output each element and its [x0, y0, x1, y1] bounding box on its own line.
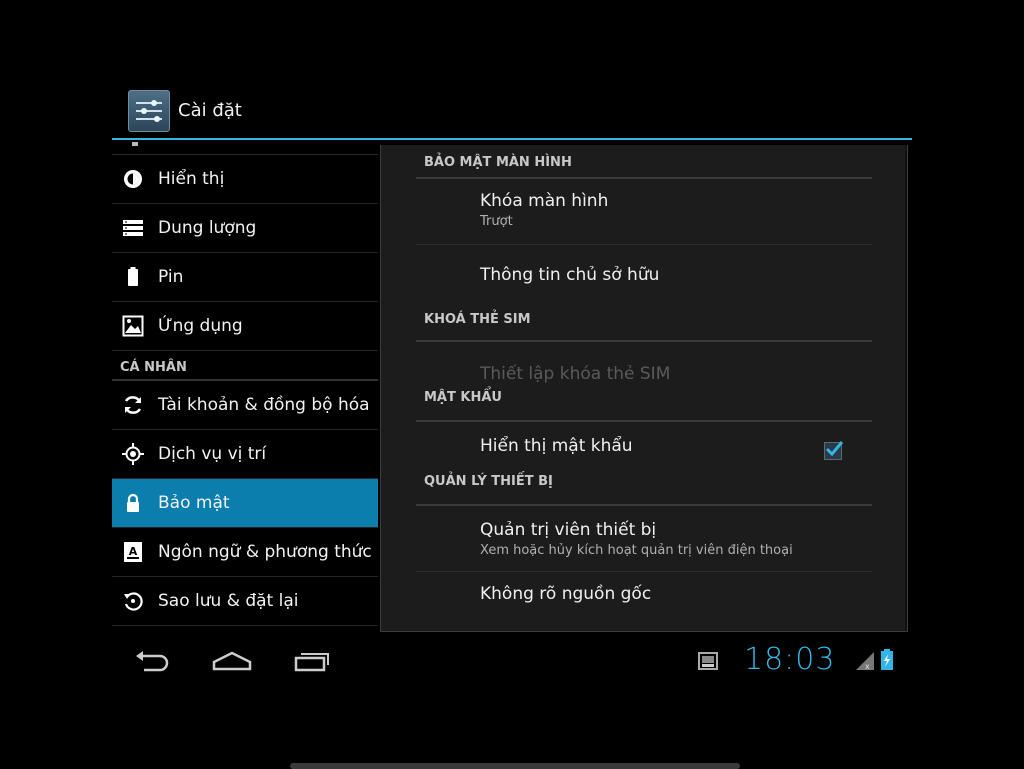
show-password-checkbox[interactable]	[824, 441, 844, 460]
pref-title: Quản trị viên thiết bị	[480, 520, 657, 540]
sidebar-item-label: Sao lưu & đặt lại	[158, 591, 299, 611]
pref-show-password[interactable]: Hiển thị mật khẩu	[416, 422, 872, 487]
security-preference-list: BẢO MẬT MÀN HÌNH Khóa màn hình Trượt Thô…	[416, 145, 872, 612]
pref-owner-info[interactable]: Thông tin chủ sở hữu	[416, 245, 872, 310]
display-brightness-icon	[122, 168, 144, 190]
sidebar-header-personal: CÁ NHÂN	[112, 351, 378, 381]
category-screen-security: BẢO MẬT MÀN HÌNH	[416, 145, 872, 179]
system-bar: 18:03 x	[112, 640, 912, 684]
category-sim-lock: KHOÁ THẺ SIM	[416, 310, 872, 342]
sidebar-item-label: Hiển thị	[158, 169, 225, 189]
sidebar-item-label: Bảo mật	[158, 493, 230, 513]
pref-screen-lock[interactable]: Khóa màn hình Trượt	[416, 179, 872, 245]
sidebar-item-label: Dịch vụ vị trí	[158, 444, 267, 464]
pref-title: Khóa màn hình	[480, 191, 609, 211]
home-icon[interactable]	[212, 650, 252, 676]
settings-sliders-icon[interactable]	[128, 90, 170, 132]
sidebar-item-security[interactable]: Bảo mật	[112, 479, 378, 528]
svg-text:x: x	[865, 662, 870, 670]
pref-title: Không rõ nguồn gốc	[480, 584, 652, 604]
pref-title: Thông tin chủ sở hữu	[480, 265, 660, 285]
sidebar-item-backup-reset[interactable]: Sao lưu & đặt lại	[112, 577, 378, 626]
backup-icon	[122, 590, 144, 612]
signal-icon: x	[856, 652, 874, 674]
pref-summary: Xem hoặc hủy kích hoạt quản trị viên điệ…	[480, 543, 793, 558]
sidebar-item-label: Pin	[158, 267, 184, 287]
screenshot-notification-icon[interactable]	[698, 652, 718, 674]
language-icon: A	[122, 541, 144, 563]
status-clock[interactable]: 18:03	[744, 642, 835, 677]
pref-unknown-sources[interactable]: Không rõ nguồn gốc	[416, 572, 872, 612]
pref-device-administrators[interactable]: Quản trị viên thiết bị Xem hoặc hủy kích…	[416, 506, 872, 572]
app-title[interactable]: Cài đặt	[178, 100, 242, 121]
pref-sim-lock-setup: Thiết lập khóa thẻ SIM	[416, 342, 872, 407]
battery-charging-icon	[880, 649, 894, 675]
security-settings-pane[interactable]: BẢO MẬT MÀN HÌNH Khóa màn hình Trượt Thô…	[380, 145, 908, 632]
sidebar-item-label: Ngôn ngữ & phương thức	[158, 542, 372, 562]
bottom-bezel-highlight	[290, 763, 740, 769]
sync-icon	[122, 394, 144, 416]
battery-icon	[122, 266, 144, 288]
scroll-edge	[905, 145, 907, 631]
pref-summary: Trượt	[480, 214, 513, 229]
apps-icon	[122, 315, 144, 337]
location-icon	[122, 443, 144, 465]
back-icon[interactable]	[134, 650, 170, 678]
recent-apps-icon[interactable]	[294, 650, 330, 676]
svg-text:A: A	[129, 545, 138, 558]
pref-title: Hiển thị mật khẩu	[480, 436, 633, 456]
sidebar-item-label: Tài khoản & đồng bộ hóa	[158, 395, 370, 415]
sidebar-item-language-input[interactable]: A Ngôn ngữ & phương thức	[112, 528, 378, 577]
sidebar-item-apps[interactable]: Ứng dụng	[112, 302, 378, 351]
checkmark-icon	[825, 441, 844, 457]
scrolled-item-stub	[112, 142, 378, 155]
sidebar-item-storage[interactable]: Dung lượng	[112, 204, 378, 253]
sidebar-item-label: Ứng dụng	[158, 316, 243, 336]
action-bar: Cài đặt	[112, 88, 912, 140]
storage-icon	[122, 217, 144, 239]
sidebar-item-battery[interactable]: Pin	[112, 253, 378, 302]
action-bar-divider	[112, 138, 912, 140]
sidebar-item-display[interactable]: Hiển thị	[112, 155, 378, 204]
sidebar-item-accounts-sync[interactable]: Tài khoản & đồng bộ hóa	[112, 381, 378, 430]
sidebar-item-location[interactable]: Dịch vụ vị trí	[112, 430, 378, 479]
settings-sidebar: Hiển thị Dung lượng Pin Ứng dụng CÁ NHÂN…	[112, 142, 378, 630]
pref-title: Thiết lập khóa thẻ SIM	[480, 364, 671, 384]
lock-icon	[122, 492, 144, 514]
sidebar-item-label: Dung lượng	[158, 218, 257, 238]
